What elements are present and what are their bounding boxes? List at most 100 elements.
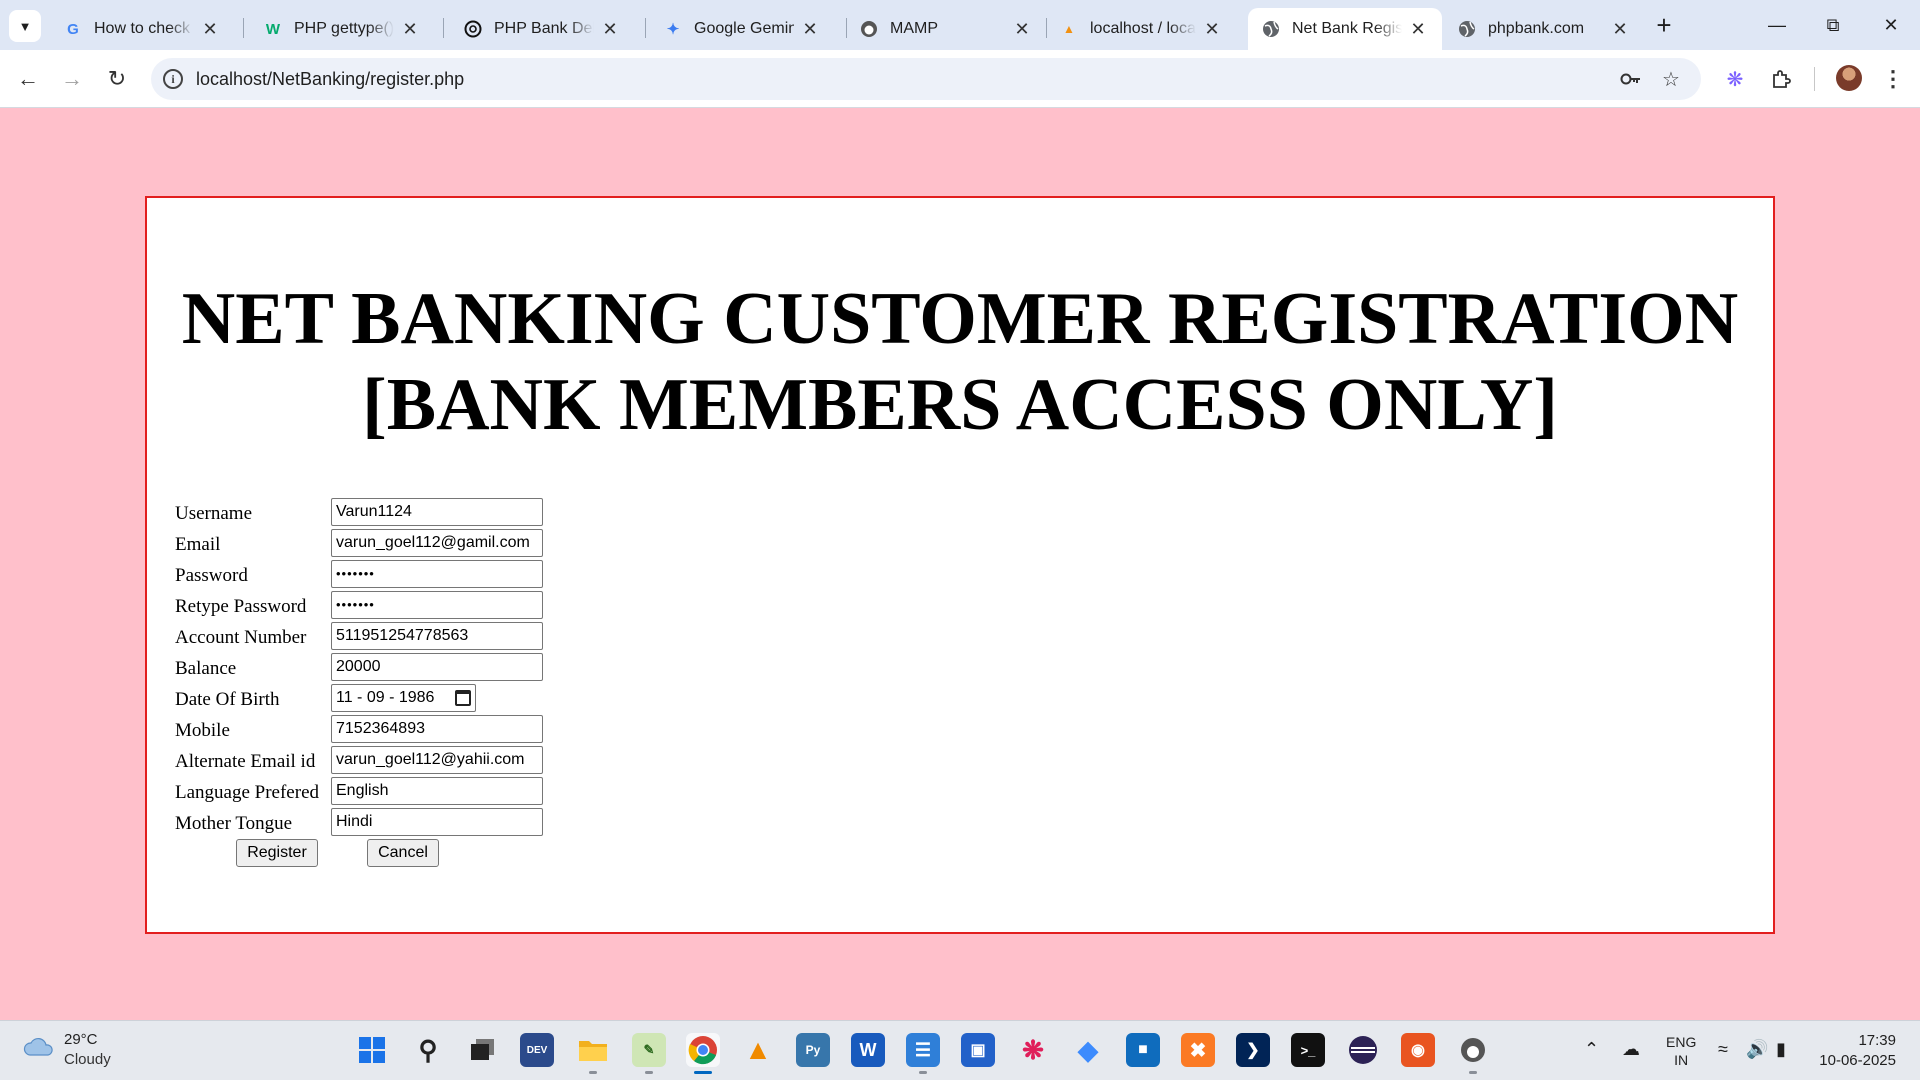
task-view-icon[interactable] xyxy=(466,1033,500,1067)
word-icon[interactable]: W xyxy=(851,1033,885,1067)
phpmyadmin-icon: ▲ xyxy=(1063,22,1075,36)
google-icon: G xyxy=(67,20,79,38)
language-indicator[interactable]: ENG IN xyxy=(1666,1033,1696,1069)
profile-avatar[interactable] xyxy=(1836,65,1862,91)
tab-2[interactable]: W PHP gettype() Fu ✕ xyxy=(250,8,434,50)
python-icon[interactable]: Py xyxy=(796,1033,830,1067)
address-bar[interactable]: i localhost/NetBanking/register.php ☆ xyxy=(151,58,1701,100)
dev-app-icon[interactable]: DEV xyxy=(520,1033,554,1067)
close-window-button[interactable]: ✕ xyxy=(1866,8,1916,42)
volume-icon[interactable]: 🔊 xyxy=(1746,1039,1768,1060)
cloudy-weather-icon[interactable] xyxy=(22,1035,56,1057)
tab-title: phpbank.com xyxy=(1488,20,1585,37)
notepad-icon[interactable]: ☰ xyxy=(906,1033,940,1067)
tab-6[interactable]: ▲ localhost / locall ✕ xyxy=(1046,8,1236,50)
cancel-button[interactable]: Cancel xyxy=(367,839,439,867)
balance-input[interactable]: 20000 xyxy=(331,653,543,681)
extension-gear-icon[interactable]: ❋ xyxy=(1720,64,1750,94)
tab-4[interactable]: ✦ Google Gemini ✕ xyxy=(650,8,834,50)
tab-1[interactable]: G How to check da ✕ xyxy=(50,8,234,50)
url-text[interactable]: localhost/NetBanking/register.php xyxy=(196,69,464,90)
reload-button[interactable]: ↻ xyxy=(101,63,133,95)
tab-7-active[interactable]: Net Bank Registe ✕ xyxy=(1248,8,1442,50)
tab-separator xyxy=(443,18,444,38)
mobile-input[interactable]: 7152364893 xyxy=(331,715,543,743)
powershell-icon[interactable]: ❯ xyxy=(1236,1033,1270,1067)
microsoft-store-icon[interactable]: ▣ xyxy=(961,1033,995,1067)
chrome-icon[interactable] xyxy=(686,1033,720,1067)
registration-container: NET BANKING CUSTOMER REGISTRATION [BANK … xyxy=(145,196,1775,934)
account-number-label: Account Number xyxy=(175,627,307,648)
form-row-account-number: Account Number 511951254778563 xyxy=(175,622,595,653)
close-icon[interactable]: ✕ xyxy=(800,19,820,39)
search-icon[interactable]: ⚲ xyxy=(411,1033,445,1067)
password-key-icon[interactable] xyxy=(1619,67,1643,91)
back-button[interactable]: ← xyxy=(12,63,44,95)
weather-condition[interactable]: Cloudy xyxy=(64,1051,111,1068)
clock[interactable]: 17:39 10-06-2025 xyxy=(1812,1031,1896,1071)
username-input[interactable]: Varun1124 xyxy=(331,498,543,526)
language-preferred-input[interactable]: English xyxy=(331,777,543,805)
xampp-icon[interactable]: ✖ xyxy=(1181,1033,1215,1067)
close-icon[interactable]: ✕ xyxy=(200,19,220,39)
chevron-up-icon[interactable]: ⌃ xyxy=(1584,1039,1599,1060)
bookmark-star-icon[interactable]: ☆ xyxy=(1659,67,1683,91)
email-input[interactable]: varun_goel112@gamil.com xyxy=(331,529,543,557)
close-icon[interactable]: ✕ xyxy=(1408,19,1428,39)
site-info-icon[interactable]: i xyxy=(163,69,183,89)
gitkraken-icon[interactable]: ◆ xyxy=(1071,1033,1105,1067)
tab-strip: ▼ G How to check da ✕ W PHP gettype() Fu… xyxy=(0,0,1920,50)
eclipse-icon[interactable] xyxy=(1346,1033,1380,1067)
form-row-language-preferred: Language Prefered English xyxy=(175,777,595,808)
file-explorer-icon[interactable] xyxy=(576,1033,610,1067)
ubuntu-icon[interactable]: ◉ xyxy=(1401,1033,1435,1067)
restore-icon: ⧉ xyxy=(1826,14,1840,35)
account-number-input[interactable]: 511951254778563 xyxy=(331,622,543,650)
tab-title: MAMP xyxy=(890,20,938,37)
battery-icon[interactable]: ▮ xyxy=(1776,1039,1786,1060)
form-row-password: Password ••••••• xyxy=(175,560,595,591)
mother-tongue-input[interactable]: Hindi xyxy=(331,808,543,836)
weather-temperature[interactable]: 29°C xyxy=(64,1031,98,1048)
retype-password-label: Retype Password xyxy=(175,596,307,617)
password-input[interactable]: ••••••• xyxy=(331,560,543,588)
close-icon[interactable]: ✕ xyxy=(1610,19,1630,39)
form-row-mother-tongue: Mother Tongue Hindi xyxy=(175,808,595,839)
retype-password-input[interactable]: ••••••• xyxy=(331,591,543,619)
forward-button[interactable]: → xyxy=(56,63,88,95)
tab-8[interactable]: phpbank.com ✕ xyxy=(1444,8,1644,50)
close-icon[interactable]: ✕ xyxy=(1012,19,1032,39)
tab-5[interactable]: MAMP ✕ xyxy=(846,8,1046,50)
mamp-taskbar-icon[interactable] xyxy=(1456,1033,1490,1067)
start-windows-icon[interactable] xyxy=(355,1033,389,1067)
tab-search-button[interactable]: ▼ xyxy=(9,10,41,42)
remote-desktop-icon[interactable]: ■ xyxy=(1126,1033,1160,1067)
close-icon[interactable]: ✕ xyxy=(400,19,420,39)
w3schools-icon: W xyxy=(265,20,281,38)
date-of-birth-input[interactable]: 11 - 09 - 1986 xyxy=(331,684,476,712)
calendar-icon[interactable] xyxy=(455,690,471,706)
onedrive-cloud-icon[interactable]: ☁ xyxy=(1622,1039,1640,1060)
vlc-icon[interactable]: ▲ xyxy=(741,1033,775,1067)
tab-title: Google Gemini xyxy=(694,20,794,37)
new-tab-button[interactable]: + xyxy=(1650,12,1678,40)
register-button[interactable]: Register xyxy=(236,839,318,867)
active-indicator xyxy=(694,1071,712,1074)
slack-icon[interactable]: ❋ xyxy=(1016,1033,1050,1067)
wifi-icon[interactable]: ≈ xyxy=(1718,1039,1728,1060)
date-of-birth-label: Date Of Birth xyxy=(175,689,280,710)
restore-button[interactable]: ⧉ xyxy=(1808,8,1858,42)
form-row-date-of-birth: Date Of Birth 11 - 09 - 1986 xyxy=(175,684,595,715)
more-menu-icon[interactable]: ⋮ xyxy=(1878,64,1908,94)
tab-title: Net Bank Registe xyxy=(1292,20,1402,37)
extensions-puzzle-icon[interactable] xyxy=(1766,64,1796,94)
running-indicator xyxy=(645,1071,653,1074)
close-icon[interactable]: ✕ xyxy=(600,19,620,39)
close-icon[interactable]: ✕ xyxy=(1202,19,1222,39)
notepad-plus-icon[interactable]: ✎ xyxy=(632,1033,666,1067)
language-preferred-label: Language Prefered xyxy=(175,782,320,803)
tab-3[interactable]: PHP Bank Debit ✕ xyxy=(450,8,634,50)
terminal-icon[interactable]: >_ xyxy=(1291,1033,1325,1067)
alternate-email-input[interactable]: varun_goel112@yahii.com xyxy=(331,746,543,774)
minimize-button[interactable]: — xyxy=(1752,8,1802,42)
